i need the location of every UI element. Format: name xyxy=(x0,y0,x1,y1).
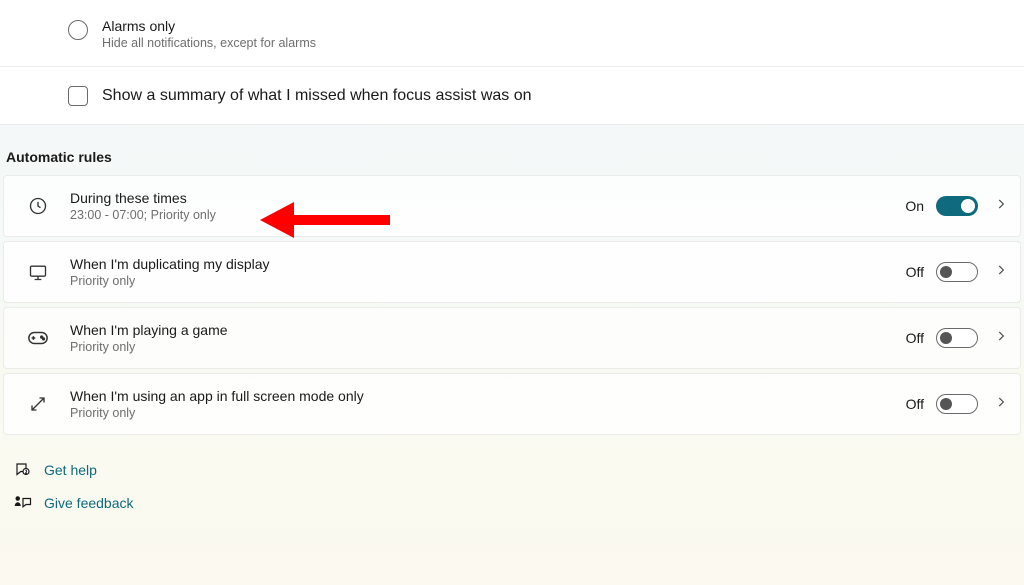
rule-text: When I'm playing a game Priority only xyxy=(70,322,906,354)
rule-state-label: On xyxy=(905,198,924,214)
help-links: Get help Give feedback xyxy=(0,439,1024,511)
toggle-switch[interactable] xyxy=(936,328,978,348)
feedback-icon xyxy=(12,495,34,511)
section-header: Automatic rules xyxy=(0,125,1024,175)
rule-title: When I'm using an app in full screen mod… xyxy=(70,388,906,404)
toggle-switch[interactable] xyxy=(936,196,978,216)
chevron-right-icon[interactable] xyxy=(994,197,1008,216)
help-icon xyxy=(12,461,34,479)
rule-title: When I'm playing a game xyxy=(70,322,906,338)
give-feedback-label: Give feedback xyxy=(44,495,134,511)
rule-fullscreen-app[interactable]: When I'm using an app in full screen mod… xyxy=(3,373,1021,435)
chevron-right-icon[interactable] xyxy=(994,263,1008,282)
toggle-switch[interactable] xyxy=(936,262,978,282)
rule-text: When I'm using an app in full screen mod… xyxy=(70,388,906,420)
radio-icon[interactable] xyxy=(68,20,88,40)
display-icon xyxy=(24,262,52,282)
clock-icon xyxy=(24,196,52,216)
option-subtitle: Hide all notifications, except for alarm… xyxy=(102,36,316,50)
option-text: Alarms only Hide all notifications, exce… xyxy=(102,18,316,50)
rule-state-label: Off xyxy=(906,396,924,412)
get-help-label: Get help xyxy=(44,462,97,478)
rule-during-these-times[interactable]: During these times 23:00 - 07:00; Priori… xyxy=(3,175,1021,237)
rule-subtitle: Priority only xyxy=(70,274,906,288)
rule-subtitle: Priority only xyxy=(70,406,906,420)
summary-checkbox-row[interactable]: Show a summary of what I missed when foc… xyxy=(0,67,1024,124)
rule-duplicating-display[interactable]: When I'm duplicating my display Priority… xyxy=(3,241,1021,303)
checkbox-icon[interactable] xyxy=(68,86,88,106)
toggle-switch[interactable] xyxy=(936,394,978,414)
focus-options-section: Alarms only Hide all notifications, exce… xyxy=(0,0,1024,125)
summary-label: Show a summary of what I missed when foc… xyxy=(102,87,532,105)
alarms-only-option[interactable]: Alarms only Hide all notifications, exce… xyxy=(0,0,1024,67)
rule-title: During these times xyxy=(70,190,905,206)
rule-playing-game[interactable]: When I'm playing a game Priority only Of… xyxy=(3,307,1021,369)
rule-state-label: Off xyxy=(906,330,924,346)
rule-text: When I'm duplicating my display Priority… xyxy=(70,256,906,288)
rule-text: During these times 23:00 - 07:00; Priori… xyxy=(70,190,905,222)
gamepad-icon xyxy=(24,330,52,346)
chevron-right-icon[interactable] xyxy=(994,395,1008,414)
fullscreen-icon xyxy=(24,395,52,413)
rule-title: When I'm duplicating my display xyxy=(70,256,906,272)
get-help-link[interactable]: Get help xyxy=(12,461,1024,479)
give-feedback-link[interactable]: Give feedback xyxy=(12,495,1024,511)
rule-state-label: Off xyxy=(906,264,924,280)
rule-subtitle: 23:00 - 07:00; Priority only xyxy=(70,208,905,222)
rule-subtitle: Priority only xyxy=(70,340,906,354)
option-title: Alarms only xyxy=(102,18,316,34)
chevron-right-icon[interactable] xyxy=(994,329,1008,348)
